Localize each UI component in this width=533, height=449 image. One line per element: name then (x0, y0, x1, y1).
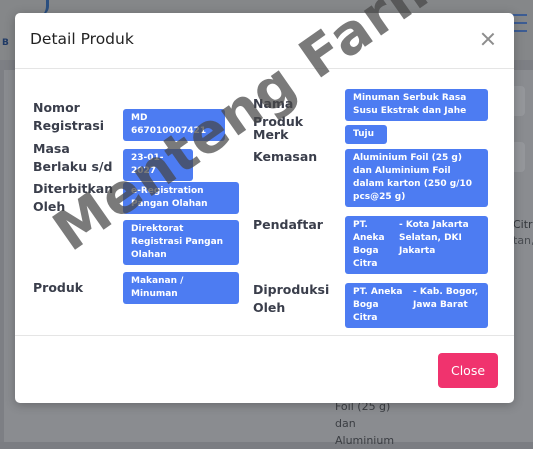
value-nama-produk: Minuman Serbuk Rasa Susu Ekstrak dan Jah… (345, 89, 488, 121)
background-text: dan (335, 417, 356, 430)
value-diterbitkan-oleh-1: e-Registration Pangan Olahan (123, 182, 239, 214)
label-pendaftar: Pendaftar (253, 217, 323, 232)
value-pendaftar: PT. Aneka Boga Citra - Kota Jakarta Sela… (345, 216, 488, 274)
value-masa-berlaku: 23-01-2027 (123, 149, 193, 181)
background-text: tan, (513, 234, 533, 247)
produsen-location: - Kab. Bogor, Jawa Barat (413, 287, 479, 310)
value-nomor-registrasi: MD 667010007421 (123, 109, 225, 141)
label-kemasan: Kemasan (253, 149, 318, 164)
modal-footer: Close (15, 335, 514, 404)
value-produk: Makanan / Minuman (123, 272, 239, 304)
background-text: Aluminium (335, 434, 395, 447)
value-diterbitkan-oleh-2: Direktorat Registrasi Pangan Olahan (123, 220, 239, 265)
value-kemasan: Aluminium Foil (25 g) dan Aluminium Foil… (345, 149, 488, 207)
pendaftar-location: - Kota Jakarta Selatan, DKI Jakarta (399, 220, 469, 256)
logo-text: B (2, 38, 9, 48)
value-diproduksi-oleh: PT. Aneka Boga Citra - Kab. Bogor, Jawa … (345, 283, 488, 328)
background-text: Citr (513, 218, 533, 231)
label-merk: Merk (253, 127, 289, 142)
produsen-name: PT. Aneka Boga Citra (353, 287, 403, 323)
pendaftar-name: PT. Aneka Boga Citra (353, 220, 385, 269)
value-merk: Tuju (345, 125, 387, 144)
label-nomor-registrasi: Nomor Registrasi (33, 100, 105, 133)
label-produk: Produk (33, 280, 84, 295)
modal-title: Detail Produk (30, 30, 134, 48)
modal-header: Detail Produk (15, 13, 514, 69)
label-diproduksi-oleh: Diproduksi Oleh (253, 282, 330, 315)
product-detail-modal: Detail Produk Nomor Registrasi MD 667010… (15, 13, 514, 403)
close-button[interactable]: Close (438, 353, 498, 388)
label-diterbitkan-oleh: Diterbitkan Oleh (33, 181, 114, 214)
label-masa-berlaku: Masa Berlaku s/d (33, 141, 113, 174)
close-icon[interactable] (480, 31, 496, 47)
